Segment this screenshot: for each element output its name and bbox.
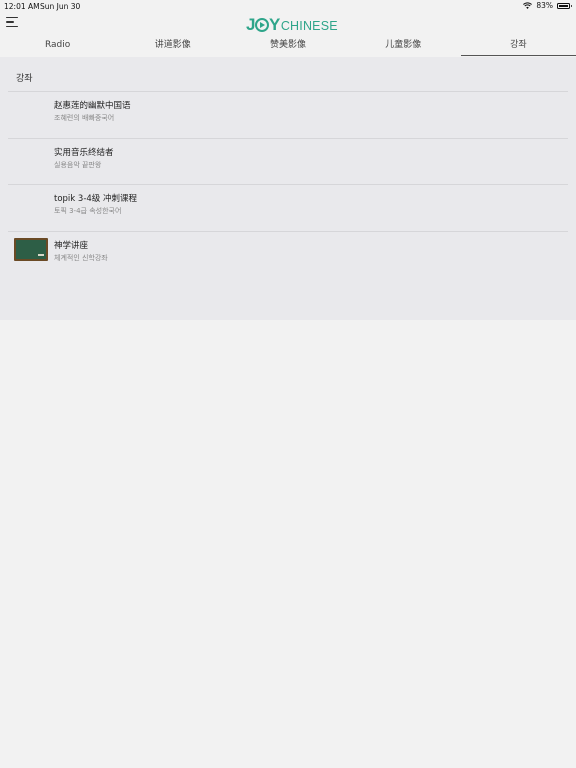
battery-percent: 83% [536,1,553,10]
status-right: 83% [523,1,572,10]
app-header: J Y CHINESE [0,12,576,36]
content-panel: 강좌 赵惠莲的幽默中国语 조혜련의 배빠중국어 实用音乐终结者 실용음악 끝판왕… [0,57,576,320]
menu-icon[interactable] [6,17,18,28]
list-item[interactable]: 赵惠莲的幽默中国语 조혜련의 배빠중국어 [8,91,568,138]
status-date: Sun Jun 30 [40,2,81,11]
logo-letter-y: Y [268,15,280,34]
item-title: 实用音乐终结者 [54,147,114,158]
status-bar: 12:01 AM Sun Jun 30 83% [0,0,576,12]
logo-chinese: CHINESE [280,19,338,33]
joy-chinese-logo: J Y CHINESE [246,14,338,34]
tab-lectures[interactable]: 강좌 [460,36,576,57]
list-item[interactable]: 实用音乐终结者 실용음악 끝판왕 [8,137,568,185]
logo-letter-j: J [246,15,255,34]
lecture-list: 赵惠莲的幽默中国语 조혜련의 배빠중국어 实用音乐终结者 실용음악 끝판왕 to… [8,91,568,277]
list-item[interactable]: topik 3-4级 冲刺课程 토픽 3-4급 속성한국어 [8,184,568,231]
item-subtitle: 체계적인 신학강좌 [54,253,108,262]
wifi-icon [523,1,533,9]
tab-praise-video[interactable]: 赞美影像 [230,36,345,57]
item-subtitle: 토픽 3-4급 속성한국어 [54,207,122,215]
chalkboard-icon [14,237,48,261]
item-title: 神学讲座 [54,240,89,251]
tab-radio[interactable]: Radio [0,36,115,57]
tab-sermon-video[interactable]: 讲道影像 [115,36,230,57]
logo-joy: J Y [246,16,280,34]
item-title: 赵惠莲的幽默中国语 [54,101,131,111]
item-subtitle: 조혜련의 배빠중국어 [54,114,115,122]
tab-kids-video[interactable]: 儿童影像 [346,36,461,57]
battery-fill [559,4,569,7]
section-title: 강좌 [16,74,33,84]
battery-icon [557,2,572,9]
item-subtitle: 실용음악 끝판왕 [54,160,102,169]
play-circle-icon [254,18,269,32]
item-title: topik 3-4级 冲刺课程 [54,194,138,204]
status-time: 12:01 AM [4,2,40,11]
list-item[interactable]: 神学讲座 체계적인 신학강좌 [8,230,568,278]
tab-bar: Radio 讲道影像 赞美影像 儿童影像 강좌 [0,36,576,57]
